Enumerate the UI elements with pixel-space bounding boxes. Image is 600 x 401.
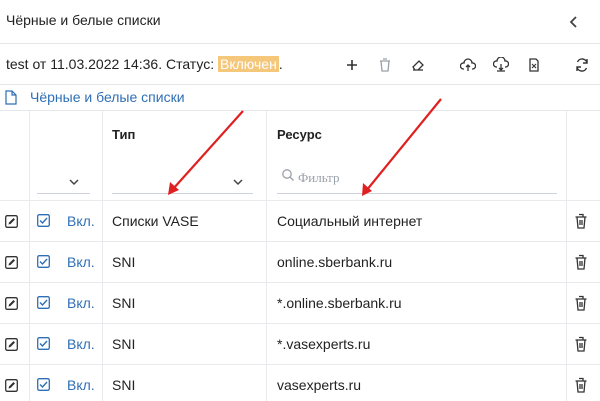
row-status-link[interactable]: Вкл. bbox=[67, 336, 95, 352]
table-row: Вкл. SNI *.online.sberbank.ru bbox=[0, 283, 600, 324]
chevron-left-icon[interactable] bbox=[566, 14, 582, 30]
edit-icon[interactable] bbox=[5, 215, 18, 228]
row-type: Списки VASE bbox=[112, 213, 199, 229]
checkbox-checked-icon[interactable] bbox=[37, 337, 50, 350]
panel-header: Чёрные и белые списки bbox=[0, 0, 600, 44]
edit-icon[interactable] bbox=[5, 379, 18, 392]
search-icon bbox=[282, 169, 294, 181]
panel-title: Чёрные и белые списки bbox=[6, 12, 161, 28]
row-resource: *.online.sberbank.ru bbox=[277, 295, 402, 311]
resource-filter-placeholder[interactable]: Фильтр bbox=[298, 170, 340, 186]
row-type: SNI bbox=[112, 377, 136, 393]
column-header-type: Тип bbox=[112, 127, 136, 142]
list-info: test от 11.03.2022 14:36. Статус: Включе… bbox=[6, 56, 283, 72]
table-row: Вкл. SNI *.vasexperts.ru bbox=[0, 324, 600, 365]
table-row: Вкл. SNI vasexperts.ru bbox=[0, 365, 600, 401]
checkbox-checked-icon[interactable] bbox=[37, 255, 50, 268]
row-type: SNI bbox=[112, 295, 136, 311]
add-button[interactable] bbox=[342, 55, 362, 75]
export-button[interactable] bbox=[524, 55, 544, 75]
trash-icon[interactable] bbox=[574, 254, 588, 270]
checkbox-checked-icon[interactable] bbox=[37, 296, 50, 309]
row-status-link[interactable]: Вкл. bbox=[67, 377, 95, 393]
row-resource: *.vasexperts.ru bbox=[277, 336, 371, 352]
eraser-icon bbox=[412, 60, 424, 71]
row-resource: online.sberbank.ru bbox=[277, 254, 393, 270]
refresh-button[interactable] bbox=[572, 55, 592, 75]
toolbar: test от 11.03.2022 14:36. Статус: Включе… bbox=[0, 45, 600, 85]
rules-table: Тип Ресурс Вкл. Списки VASE Социальный и… bbox=[0, 110, 600, 401]
type-filter-select[interactable] bbox=[112, 193, 253, 194]
trash-icon[interactable] bbox=[574, 213, 588, 229]
document-icon bbox=[5, 90, 17, 105]
breadcrumb-link[interactable]: Чёрные и белые списки bbox=[30, 89, 185, 105]
edit-icon[interactable] bbox=[5, 338, 18, 351]
breadcrumb: Чёрные и белые списки bbox=[0, 86, 600, 110]
refresh-icon bbox=[576, 58, 588, 72]
status-filter-select[interactable] bbox=[37, 193, 90, 194]
list-info-end: . bbox=[278, 56, 283, 72]
clear-button[interactable] bbox=[408, 55, 428, 75]
trash-icon bbox=[380, 58, 390, 72]
trash-icon[interactable] bbox=[574, 336, 588, 352]
table-row: Вкл. Списки VASE Социальный интернет bbox=[0, 201, 600, 242]
cloud-upload-icon bbox=[460, 58, 476, 71]
row-type: SNI bbox=[112, 336, 136, 352]
chevron-down-icon[interactable] bbox=[68, 176, 80, 188]
resource-filter-input[interactable] bbox=[277, 193, 557, 194]
trash-icon[interactable] bbox=[574, 377, 588, 393]
row-resource: Социальный интернет bbox=[277, 213, 423, 229]
plus-icon bbox=[347, 60, 357, 70]
trash-icon[interactable] bbox=[574, 295, 588, 311]
list-info-text: test от 11.03.2022 14:36. Статус: bbox=[6, 56, 219, 72]
chevron-down-icon[interactable] bbox=[232, 176, 244, 188]
cloud-download-icon bbox=[493, 57, 509, 72]
delete-list-button[interactable] bbox=[375, 55, 395, 75]
upload-button[interactable] bbox=[458, 55, 478, 75]
table-row: Вкл. SNI online.sberbank.ru bbox=[0, 242, 600, 283]
checkbox-checked-icon[interactable] bbox=[37, 378, 50, 391]
row-status-link[interactable]: Вкл. bbox=[67, 213, 95, 229]
row-status-link[interactable]: Вкл. bbox=[67, 295, 95, 311]
file-export-icon bbox=[529, 58, 539, 72]
status-badge: Включен bbox=[218, 56, 279, 72]
edit-icon[interactable] bbox=[5, 297, 18, 310]
row-status-link[interactable]: Вкл. bbox=[67, 254, 95, 270]
download-button[interactable] bbox=[491, 55, 511, 75]
column-header-resource: Ресурс bbox=[277, 127, 322, 142]
row-resource: vasexperts.ru bbox=[277, 377, 362, 393]
edit-icon[interactable] bbox=[5, 256, 18, 269]
checkbox-checked-icon[interactable] bbox=[37, 214, 50, 227]
row-type: SNI bbox=[112, 254, 136, 270]
